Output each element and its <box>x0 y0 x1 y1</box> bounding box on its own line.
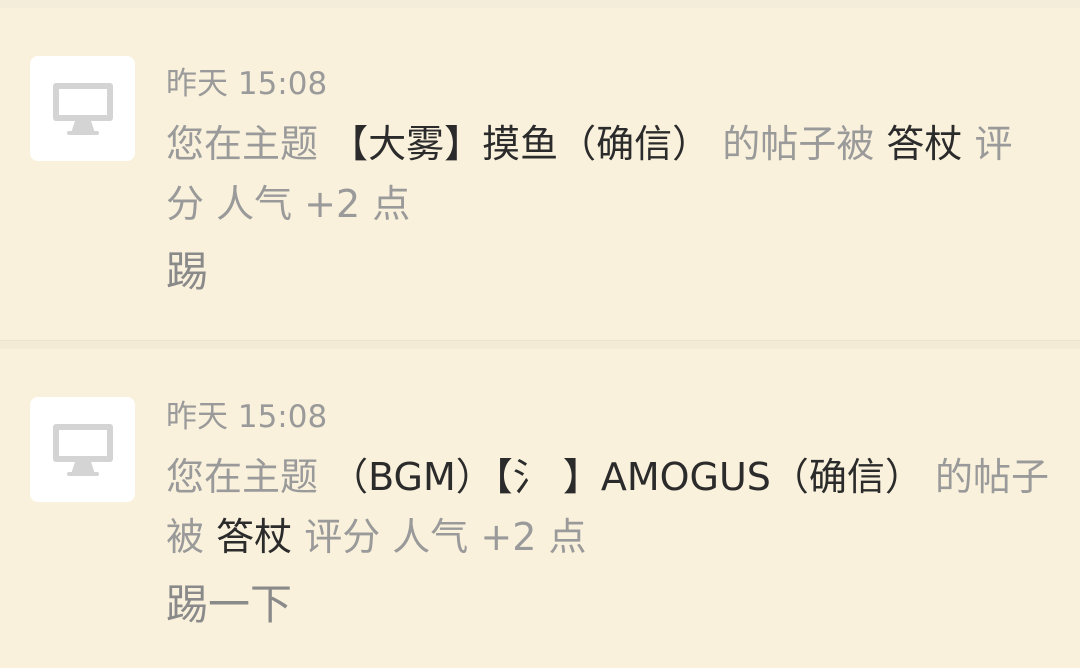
rater-name-link[interactable]: 答杖 <box>886 122 962 166</box>
rating-reason: 踢一下 <box>166 580 293 629</box>
avatar[interactable] <box>30 397 135 502</box>
rating-reason: 踢 <box>166 247 209 296</box>
timestamp: 昨天 15:08 <box>166 399 328 435</box>
message-suffix: 评分 人气 +2 点 <box>304 515 587 559</box>
message-middle: 的帖子被 <box>722 122 875 166</box>
computer-icon <box>53 83 113 135</box>
message-prefix: 您在主题 <box>166 455 319 499</box>
thread-title-link[interactable]: （BGM）【氵 】AMOGUS（确信） <box>330 455 923 499</box>
computer-icon <box>53 424 113 476</box>
top-spacer <box>0 0 1080 8</box>
notification-message: 您在主题 【大雾】摸鱼（确信） 的帖子被 答杖 评分 人气 +2 点 <box>166 114 1050 234</box>
message-prefix: 您在主题 <box>166 122 319 166</box>
timestamp: 昨天 15:08 <box>166 66 328 102</box>
rater-name-link[interactable]: 答杖 <box>216 515 292 559</box>
notification-item[interactable]: 昨天 15:08 您在主题 （BGM）【氵 】AMOGUS（确信） 的帖子被 答… <box>0 349 1080 668</box>
notification-message: 您在主题 （BGM）【氵 】AMOGUS（确信） 的帖子被 答杖 评分 人气 +… <box>166 447 1050 567</box>
notification-item[interactable]: 昨天 15:08 您在主题 【大雾】摸鱼（确信） 的帖子被 答杖 评分 人气 +… <box>0 8 1080 340</box>
notification-list: 昨天 15:08 您在主题 【大雾】摸鱼（确信） 的帖子被 答杖 评分 人气 +… <box>0 0 1080 668</box>
item-divider <box>0 340 1080 349</box>
avatar[interactable] <box>30 56 135 161</box>
thread-title-link[interactable]: 【大雾】摸鱼（确信） <box>330 122 710 166</box>
